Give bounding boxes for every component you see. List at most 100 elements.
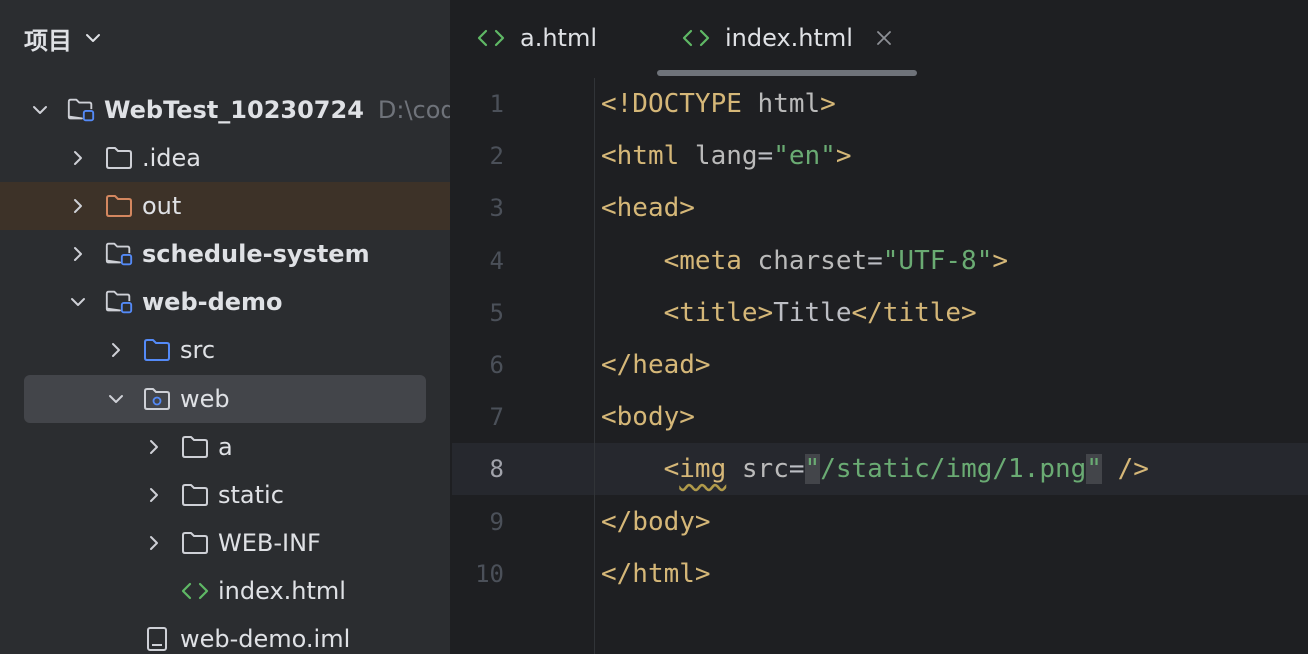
tree-item-text: index.html [218, 577, 346, 605]
excluded-folder-icon [104, 191, 134, 221]
code-token: Title [773, 297, 852, 328]
tree-item-text: WebTest_10230724 [104, 96, 364, 124]
tree-item-schedule-system[interactable]: schedule-system [0, 230, 450, 278]
project-panel-title: 项目 [24, 26, 72, 55]
expand-down-arrow-icon[interactable] [106, 389, 126, 409]
expand-right-arrow-icon[interactable] [144, 485, 164, 505]
tree-item-text: schedule-system [142, 240, 370, 268]
code-line[interactable]: <img src="/static/img/1.png" /> [601, 443, 1149, 495]
tree-item-label: a [218, 423, 233, 471]
line-number: 7 [489, 403, 504, 432]
module-folder-icon [104, 239, 134, 269]
tree-item-web-demo-iml[interactable]: web-demo.iml [0, 615, 450, 654]
code-line[interactable]: <html lang="en"> [601, 130, 851, 182]
code-token: > [835, 141, 852, 172]
tab-a-html[interactable]: a.html [476, 0, 597, 76]
tree-item-text: a [218, 433, 233, 461]
close-icon[interactable] [875, 29, 893, 47]
tree-item-idea[interactable]: .idea [0, 134, 450, 182]
folder-icon [180, 528, 210, 558]
project-panel: 项目 WebTest_10230724 D:\cod .idea out schedul… [0, 0, 450, 654]
tree-item-label: static [218, 471, 284, 519]
expand-right-arrow-icon[interactable] [68, 196, 88, 216]
gutter-divider [594, 78, 595, 654]
line-number: 9 [489, 507, 504, 536]
code-line[interactable]: <head> [601, 182, 695, 234]
line-number: 6 [489, 351, 504, 379]
tree-item-text: out [142, 192, 182, 220]
code-token: <body> [601, 402, 695, 433]
line-number: 4 [489, 246, 504, 275]
code-token: > [992, 245, 1009, 276]
editor-area: a.html index.html 1 2 3 4 5 6 7 8 9 10 <!DOCTYPE … [452, 0, 1308, 654]
folder-icon [180, 480, 210, 510]
code-token: charset [757, 245, 868, 276]
code-token: "UTF-8" [882, 245, 993, 276]
tree-item-label: web-demo.iml [180, 615, 350, 654]
code-token: <html [601, 141, 695, 172]
tree-item-label: web-demo [142, 278, 283, 326]
tree-item-src[interactable]: src [0, 326, 450, 374]
code-line[interactable]: <title>Title</title> [601, 287, 977, 339]
code-line[interactable]: <!DOCTYPE html> [601, 78, 836, 130]
code-token: > [820, 89, 836, 119]
editor-tab-bar: a.html index.html [452, 0, 1308, 76]
line-number: 1 [489, 90, 504, 118]
code-token: </body> [601, 506, 711, 537]
code-token: = [788, 454, 805, 485]
tab-index-html[interactable]: index.html [681, 0, 893, 76]
code-line[interactable]: </body> [601, 496, 711, 548]
active-tab-indicator [657, 70, 917, 76]
code-line[interactable]: </html> [601, 548, 711, 600]
expand-down-arrow-icon[interactable] [68, 292, 88, 312]
code-token: <title> [663, 297, 774, 328]
tree-item-text: .idea [142, 144, 202, 172]
tree-item-text: static [218, 481, 284, 509]
tree-item-text: web-demo [142, 288, 283, 316]
tree-item-label: schedule-system [142, 230, 370, 278]
tree-item-a[interactable]: a [0, 423, 450, 471]
tree-item-label: WebTest_10230724 D:\cod [104, 86, 450, 134]
tree-item-text: web-demo.iml [180, 625, 351, 653]
source-folder-icon [142, 335, 172, 365]
expand-down-arrow-icon[interactable] [30, 100, 50, 120]
code-token: </title> [851, 297, 977, 328]
tree-item-index-html[interactable]: index.html [0, 567, 450, 615]
expand-right-arrow-icon[interactable] [144, 533, 164, 553]
tree-item-web-demo[interactable]: web-demo [0, 278, 450, 326]
code-line[interactable]: <meta charset="UTF-8"> [601, 235, 1008, 287]
expand-right-arrow-icon[interactable] [68, 244, 88, 264]
tree-item-out[interactable]: out [0, 182, 450, 230]
project-view-selector[interactable]: 项目 [24, 20, 102, 56]
tree-item-webtest-10230724[interactable]: WebTest_10230724 D:\cod [0, 86, 450, 134]
code-token: "en" [773, 141, 836, 172]
code-line[interactable]: </head> [601, 339, 711, 391]
tree-item-text: WEB-INF [218, 529, 321, 557]
tree-item-static[interactable]: static [0, 471, 450, 519]
expand-right-arrow-icon[interactable] [144, 437, 164, 457]
tree-item-web[interactable]: web [24, 375, 426, 423]
code-token: <head> [601, 193, 695, 224]
matched-quote-highlight: " [1086, 454, 1102, 485]
tree-item-label: index.html [218, 567, 346, 615]
module-folder-icon [104, 287, 134, 317]
code-token: </html> [601, 558, 711, 589]
tree-item-label: .idea [142, 134, 201, 182]
iml-file-icon [142, 624, 172, 654]
code-line[interactable]: <body> [601, 391, 695, 443]
code-token: <!DOCTYPE [601, 89, 758, 119]
tree-item-text: src [180, 336, 216, 364]
html-file-icon [476, 28, 506, 48]
tree-item-label: WEB-INF [218, 519, 321, 567]
line-number: 2 [489, 142, 504, 171]
expand-right-arrow-icon[interactable] [106, 340, 126, 360]
code-token: /static/img/1.png [820, 454, 1087, 485]
html-file-icon [180, 576, 210, 606]
warning-squiggle: img [679, 454, 727, 485]
tree-item-web-inf[interactable]: WEB-INF [0, 519, 450, 567]
expand-right-arrow-icon[interactable] [68, 148, 88, 168]
